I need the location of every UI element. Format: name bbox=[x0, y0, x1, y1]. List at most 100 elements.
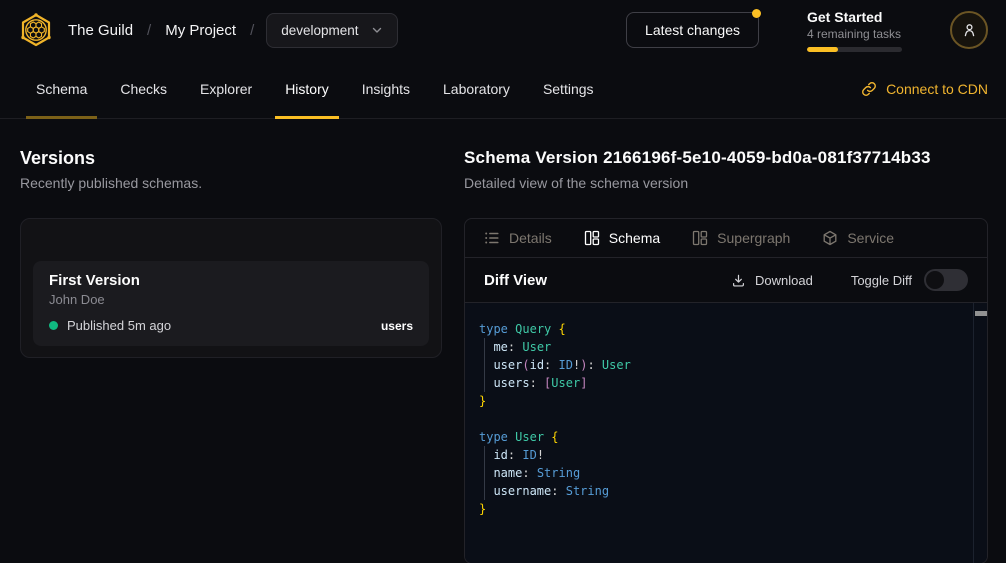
version-detail-container: Details Schema Supergraph Service Diff View… bbox=[464, 218, 988, 563]
main-content: Versions Recently published schemas. Fir… bbox=[0, 119, 1006, 563]
person-icon bbox=[961, 22, 978, 39]
versions-panel: Versions Recently published schemas. Fir… bbox=[20, 147, 442, 563]
version-detail-panel: Schema Version 2166196f-5e10-4059-bd0a-0… bbox=[464, 147, 988, 563]
detail-tab-label: Details bbox=[509, 230, 552, 246]
chevron-down-icon bbox=[371, 24, 383, 36]
code-line: id: ID! bbox=[479, 446, 963, 464]
link-icon bbox=[861, 81, 877, 97]
version-status: Published 5m ago bbox=[67, 318, 171, 333]
get-started-progressbar bbox=[807, 47, 902, 52]
versions-subtitle: Recently published schemas. bbox=[20, 175, 442, 192]
active-tab-underline bbox=[275, 116, 339, 119]
indent-guide bbox=[484, 464, 485, 482]
toggle-diff-label: Toggle Diff bbox=[851, 273, 912, 288]
nav-tab-laboratory[interactable]: Laboratory bbox=[433, 60, 520, 118]
version-author: John Doe bbox=[49, 292, 413, 307]
code-scrollbar-thumb[interactable] bbox=[975, 311, 987, 316]
code-line: name: String bbox=[479, 464, 963, 482]
detail-tab-label: Supergraph bbox=[717, 230, 790, 246]
code-vertical-scrollbar[interactable] bbox=[973, 303, 987, 563]
code-line: username: String bbox=[479, 482, 963, 500]
code-line: } bbox=[479, 392, 963, 410]
diff-view-title: Diff View bbox=[484, 272, 547, 289]
breadcrumb-separator: / bbox=[250, 22, 254, 39]
toggle-diff-switch[interactable] bbox=[924, 269, 968, 291]
target-selector-value: development bbox=[281, 23, 358, 38]
toggle-diff-knob bbox=[926, 271, 944, 289]
diff-view-toolbar: Diff View Download Toggle Diff bbox=[465, 258, 987, 303]
code-lines: type Query { me: User user(id: ID!): Use… bbox=[479, 320, 963, 518]
nav-tab-label: History bbox=[285, 81, 329, 97]
detail-tab-label: Schema bbox=[609, 230, 660, 246]
panels-icon bbox=[584, 230, 600, 246]
latest-changes-label: Latest changes bbox=[645, 22, 740, 38]
panels-icon bbox=[692, 230, 708, 246]
nav-tab-schema[interactable]: Schema bbox=[26, 60, 97, 118]
hive-logo-icon[interactable] bbox=[18, 12, 54, 48]
connect-to-cdn-label: Connect to CDN bbox=[886, 81, 988, 97]
diff-view-actions: Download Toggle Diff bbox=[731, 269, 968, 291]
download-icon bbox=[731, 273, 746, 288]
nav-tab-label: Explorer bbox=[200, 81, 252, 97]
latest-changes-button[interactable]: Latest changes bbox=[626, 12, 759, 48]
schema-code-viewer[interactable]: type Query { me: User user(id: ID!): Use… bbox=[465, 303, 987, 563]
code-line: user(id: ID!): User bbox=[479, 356, 963, 374]
version-name: First Version bbox=[49, 272, 413, 289]
detail-tab-label: Service bbox=[847, 230, 894, 246]
nav-tabs: Schema Checks Explorer History Insights Labor… bbox=[26, 60, 617, 118]
code-line bbox=[479, 410, 963, 428]
indent-guide bbox=[484, 374, 485, 392]
code-line: users: [User] bbox=[479, 374, 963, 392]
box-icon bbox=[822, 230, 838, 246]
version-list-item[interactable]: First Version John Doe Published 5m ago … bbox=[33, 261, 429, 346]
detail-tab-details[interactable]: Details bbox=[484, 230, 552, 246]
download-label: Download bbox=[755, 273, 813, 288]
active-tab-underline bbox=[26, 116, 97, 119]
detail-tab-supergraph[interactable]: Supergraph bbox=[692, 230, 790, 246]
nav-tab-settings[interactable]: Settings bbox=[533, 60, 604, 118]
detail-tab-schema[interactable]: Schema bbox=[584, 230, 660, 246]
nav-tab-history[interactable]: History bbox=[275, 60, 339, 118]
breadcrumb-separator: / bbox=[147, 22, 151, 39]
nav-tab-label: Laboratory bbox=[443, 81, 510, 97]
indent-guide bbox=[484, 482, 485, 500]
version-meta-row: Published 5m ago users bbox=[49, 318, 413, 333]
list-icon bbox=[484, 230, 500, 246]
nav-tab-label: Checks bbox=[120, 81, 167, 97]
indent-guide bbox=[484, 338, 485, 356]
indent-guide bbox=[484, 356, 485, 374]
breadcrumb-org[interactable]: The Guild bbox=[68, 22, 133, 39]
versions-title: Versions bbox=[20, 147, 442, 169]
version-detail-subtitle: Detailed view of the schema version bbox=[464, 175, 988, 192]
notification-dot bbox=[752, 9, 761, 18]
get-started-title: Get Started bbox=[807, 9, 902, 25]
code-line: me: User bbox=[479, 338, 963, 356]
connect-to-cdn-link[interactable]: Connect to CDN bbox=[861, 60, 988, 118]
version-detail-title: Schema Version 2166196f-5e10-4059-bd0a-0… bbox=[464, 147, 988, 169]
detail-tab-service[interactable]: Service bbox=[822, 230, 894, 246]
get-started-widget[interactable]: Get Started 4 remaining tasks bbox=[807, 9, 902, 52]
app-header: The Guild / My Project / development Lat… bbox=[0, 0, 1006, 60]
code-line: type User { bbox=[479, 428, 963, 446]
code-line: } bbox=[479, 500, 963, 518]
user-avatar[interactable] bbox=[950, 11, 988, 49]
nav-tab-checks[interactable]: Checks bbox=[110, 60, 177, 118]
nav-tab-insights[interactable]: Insights bbox=[352, 60, 420, 118]
get-started-progress-fill bbox=[807, 47, 838, 52]
version-detail-tabs: Details Schema Supergraph Service bbox=[465, 219, 987, 258]
published-status-dot bbox=[49, 321, 58, 330]
get-started-subtitle: 4 remaining tasks bbox=[807, 27, 902, 41]
breadcrumb-project[interactable]: My Project bbox=[165, 22, 236, 39]
nav-tab-label: Schema bbox=[36, 81, 87, 97]
nav-tab-label: Settings bbox=[543, 81, 594, 97]
code-line: type Query { bbox=[479, 320, 963, 338]
target-selector[interactable]: development bbox=[266, 13, 397, 48]
download-button[interactable]: Download bbox=[731, 273, 813, 288]
indent-guide bbox=[484, 446, 485, 464]
nav-tab-explorer[interactable]: Explorer bbox=[190, 60, 262, 118]
nav-tab-label: Insights bbox=[362, 81, 410, 97]
breadcrumb: The Guild / My Project / bbox=[68, 22, 254, 39]
versions-list-card: First Version John Doe Published 5m ago … bbox=[20, 218, 442, 358]
project-nav: Schema Checks Explorer History Insights Labor… bbox=[0, 60, 1006, 119]
service-badge: users bbox=[381, 319, 413, 333]
